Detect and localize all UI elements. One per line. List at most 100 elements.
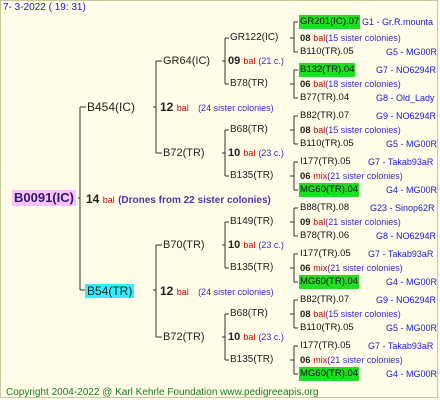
g4-sisters: (15 sister colonies) [325,33,401,43]
g2-info-3: 10 bal (23 c.) [228,330,284,344]
g4-sisters: (21 sister colonies) [327,171,403,181]
g4-num: 08 [300,33,311,44]
g4-right-bot-0: G5 - MG00R [386,47,438,57]
g4-bal: bal [313,309,326,319]
g4-top-5: I177(TR).05 [300,248,351,259]
g2-sisters: (21 c.) [258,56,284,66]
g4-top-0: GR201(IC).07 [299,15,361,29]
g4-bal: bal [313,79,326,89]
g4-bal: mix [313,171,328,181]
g4-sisters: (21 sister colonies) [327,355,403,365]
g3-node-7: B135(TR) [230,354,274,365]
g4-info-7: 06 mix(21 sister colonies) [300,353,403,368]
g1-sisters: (24 sister colonies) [198,103,274,113]
g1-num: 12 [160,100,174,114]
g4-right-bot-6: G5 - MG00R [386,323,438,333]
g4-bal: bal [313,125,326,135]
g4-top-7: I177(TR).05 [300,340,351,351]
g1-info-1: 12 bal (24 sister colonies) [160,284,274,299]
g4-sisters: (15 sister colonies) [325,309,401,319]
g4-right-top-6: G9 - NO6294R [376,295,437,305]
g4-info-0: 08 bal(15 sister colonies) [300,31,401,46]
g4-top-1: B132(TR).04 [299,63,356,77]
root-queen: B0091(IC) [12,190,76,206]
g4-right-top-5: G7 - Takab93aR [368,249,434,259]
root-bal: bal [102,195,115,205]
g2-node-1: B72(TR) [163,147,205,159]
g2-bal: bal [243,240,256,250]
g2-bal: bal [243,332,256,342]
g2-bal: bal [243,148,256,158]
g4-right-top-4: G23 - Sinop62R [370,203,435,213]
g4-right-top-1: G7 - NO6294R [376,65,437,75]
g4-bot-5: MG60(TR).04 [299,275,360,289]
g4-info-5: 06 mix(21 sister colonies) [300,261,403,276]
g3-node-4: B149(TR) [230,216,274,227]
g4-top-4: B88(TR).08 [300,202,350,213]
g2-node-2: B70(TR) [163,239,205,251]
g4-right-top-0: G1 - Gr.R.mounta [362,17,434,27]
g4-bot-4: B78(TR).06 [300,230,350,241]
g4-num: 06 [300,263,311,274]
g4-info-6: 08 bal(15 sister colonies) [300,307,401,322]
g4-bot-1: B77(TR).04 [300,92,350,103]
g4-sisters: (15 sister colonies) [325,125,401,135]
g4-right-bot-4: G8 - NO6294R [376,231,437,241]
root-num: 14 [86,192,100,206]
copyright-footer: Copyright 2004-2022 @ Karl Kehrle Founda… [6,387,319,398]
g3-node-2: B68(TR) [230,124,268,135]
g4-right-top-3: G7 - Takab93aR [368,157,434,167]
g4-bot-7: MG60(TR).04 [299,367,360,381]
g4-bal: bal [313,33,326,43]
g1-bal: bal [176,103,189,113]
g2-num: 09 [228,55,241,67]
g4-bot-6: B110(TR).05 [300,322,354,333]
date-stamp: 7- 3-2022 ( 19: 31) [3,2,86,13]
g4-bot-0: B110(TR).05 [300,46,354,57]
g2-sisters: (23 c.) [258,148,284,158]
g2-num: 10 [228,331,241,343]
g1-num: 12 [160,284,174,298]
g1-node-1: B54(TR) [85,284,135,298]
g4-num: 06 [300,171,311,182]
g2-node-0: GR64(IC) [163,55,211,67]
g4-right-bot-2: G5 - MG00R [386,139,438,149]
root-drones: (Drones from 22 sister colonies) [118,195,271,206]
g2-node-3: B72(TR) [163,331,205,343]
g3-node-1: B78(TR) [230,78,268,89]
g2-sisters: (23 c.) [258,240,284,250]
g2-num: 10 [228,147,241,159]
g1-sisters: (24 sister colonies) [198,287,274,297]
g3-node-5: B135(TR) [230,262,274,273]
g4-top-2: B82(TR).07 [300,110,350,121]
g3-node-0: GR122(IC) [230,32,279,43]
g1-bal: bal [176,287,189,297]
g4-right-top-2: G9 - NO6294R [376,111,437,121]
g4-info-4: 09 bal(21 sister colonies) [300,215,401,230]
g2-info-0: 09 bal (21 c.) [228,54,284,68]
g2-num: 10 [228,239,241,251]
g4-top-3: I177(TR).05 [300,156,351,167]
g4-bal: mix [313,355,328,365]
g4-info-3: 06 mix(21 sister colonies) [300,169,403,184]
g4-sisters: (21 sister colonies) [325,217,401,227]
g4-right-top-7: G7 - Takab93aR [368,341,434,351]
g4-right-bot-3: G4 - MG00R [386,185,438,195]
root-info: 14 bal (Drones from 22 sister colonies) [86,192,271,208]
g4-info-2: 08 bal(15 sister colonies) [300,123,401,138]
g2-sisters: (23 c.) [258,332,284,342]
g4-bal: bal [313,217,326,227]
g2-bal: bal [243,56,256,66]
g4-bot-2: B110(TR).05 [300,138,354,149]
g4-num: 06 [300,79,311,90]
g1-info-0: 12 bal (24 sister colonies) [160,100,274,115]
g4-sisters: (18 sister colonies) [325,79,401,89]
g4-right-bot-5: G4 - MG00R [386,277,438,287]
g3-node-3: B135(TR) [230,170,274,181]
g4-sisters: (21 sister colonies) [327,263,403,273]
g2-info-2: 10 bal (23 c.) [228,238,284,252]
g4-info-1: 06 bal(18 sister colonies) [300,77,401,92]
g3-node-6: B68(TR) [230,308,268,319]
g4-right-bot-1: G8 - Old_Lady [376,93,435,103]
g4-num: 06 [300,355,311,366]
